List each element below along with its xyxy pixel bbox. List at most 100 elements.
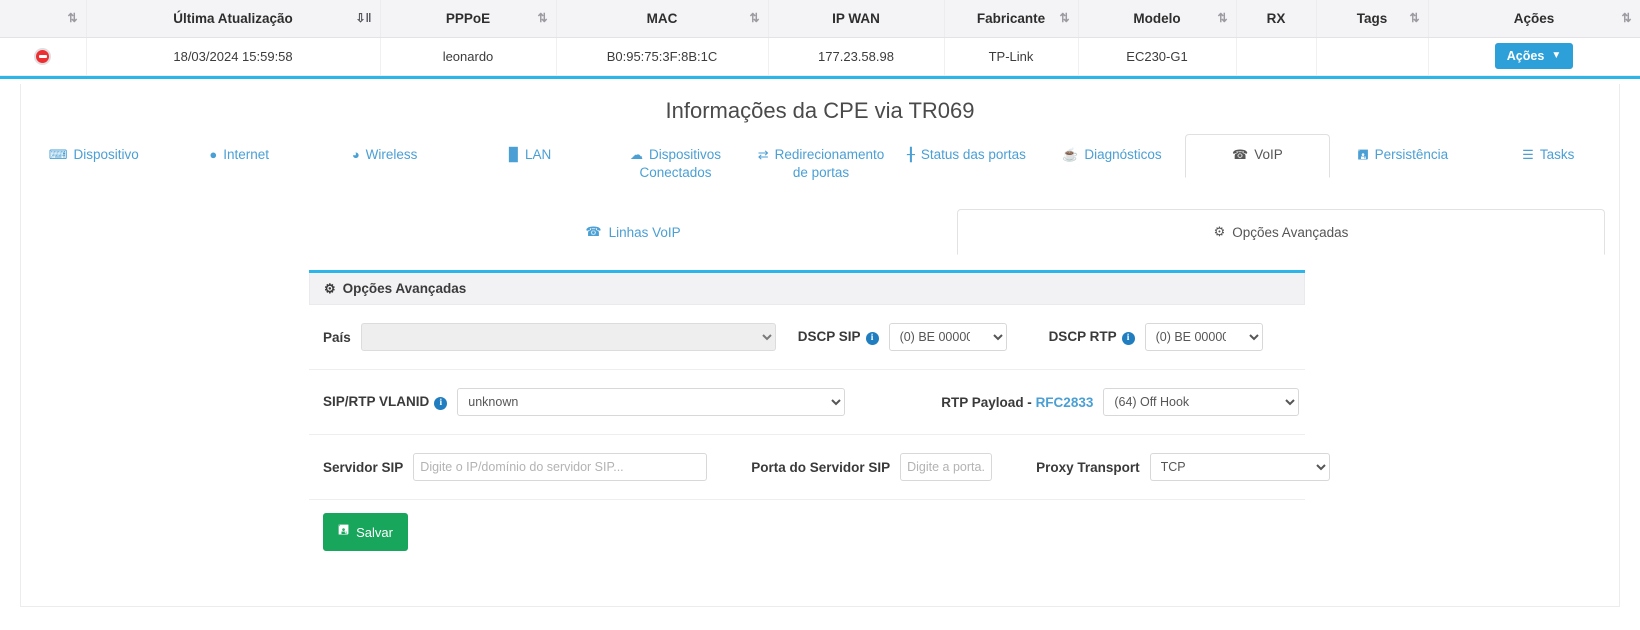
tab-lan[interactable]: ▉ LAN (457, 134, 602, 175)
tab-dispositivo[interactable]: ⌨ Dispositivo (21, 134, 166, 175)
panel-header-title: Opções Avançadas (342, 281, 467, 296)
cell-status (0, 37, 87, 76)
info-icon[interactable]: i (434, 397, 448, 410)
field-rtp-payload: RTP Payload - RFC2833 (64) Off Hook (941, 388, 1300, 416)
column-header-tags[interactable]: Tags ⇅ (1316, 0, 1429, 38)
cell-mac: B0:95:75:3F:8B:1C (556, 37, 769, 76)
field-servidor-sip-label: Servidor SIP (323, 459, 404, 475)
tab-dispositivo-label: Dispositivo (73, 147, 139, 162)
page-title: Informações da CPE via TR069 (665, 98, 975, 123)
column-header-ultima-atualizacao-label: Última Atualização (173, 10, 293, 26)
sitemap-icon: ╂ (907, 147, 915, 162)
sip-rtp-vlanid-select[interactable]: unknown (457, 388, 846, 416)
phone-icon: ☎ (1231, 147, 1249, 162)
device-table: ⇅ Última Atualização ⇩‖ PPPoE ⇅ MAC ⇅ IP… (0, 0, 1640, 76)
field-pais-label: País (323, 329, 351, 345)
tab-persistencia-label: Persistência (1374, 147, 1449, 162)
subtab-linhas-voip[interactable]: ☎ Linhas VoIP (309, 209, 957, 255)
cell-rx (1236, 37, 1317, 76)
sort-icon-status[interactable]: ⇅ (67, 12, 77, 24)
footer-divider (20, 606, 1620, 607)
column-header-status[interactable]: ⇅ (0, 0, 87, 38)
table-row[interactable]: 18/03/2024 15:59:58 leonardo B0:95:75:3F… (0, 37, 1640, 76)
column-header-modelo-label: Modelo (1133, 10, 1181, 26)
dscp-rtp-select[interactable]: (0) BE 000000 (1144, 323, 1263, 351)
tab-voip[interactable]: ☎ VoIP (1184, 134, 1331, 178)
proxy-transport-select[interactable]: TCP (1149, 453, 1330, 481)
tab-internet[interactable]: ● Internet (166, 134, 311, 175)
info-icon[interactable]: i (1121, 332, 1135, 345)
column-header-ultima-atualizacao[interactable]: Última Atualização ⇩‖ (86, 0, 381, 38)
devices-icon: ☁ (630, 147, 644, 162)
dscp-sip-select[interactable]: (0) BE 000000 (888, 323, 1007, 351)
cell-modelo: EC230-G1 (1078, 37, 1237, 76)
tab-dispositivos-conectados-label: Dispositivos Conectados (639, 147, 722, 180)
offline-status-icon[interactable] (34, 47, 52, 65)
panel-header: ⚙ Opções Avançadas (309, 273, 1305, 305)
router-icon: ⌨ (48, 147, 68, 162)
tab-lan-label: LAN (524, 147, 552, 162)
gear-icon: ⚙ (1213, 224, 1226, 239)
cell-tags (1316, 37, 1429, 76)
tab-internet-label: Internet (223, 147, 269, 162)
tab-status-das-portas[interactable]: ╂ Status das portas (894, 134, 1039, 175)
stethoscope-icon: ☕ (1062, 147, 1079, 162)
subtab-opcoes-avancadas-label: Opções Avançadas (1232, 224, 1349, 240)
tab-diagnosticos[interactable]: ☕ Diagnósticos (1039, 134, 1184, 175)
field-dscp-rtp-label-text: DSCP RTP (1048, 329, 1117, 344)
sort-icon-fabricante[interactable]: ⇅ (1059, 12, 1069, 24)
save-button[interactable]: 🖪 Salvar (323, 513, 408, 551)
column-header-mac[interactable]: MAC ⇅ (556, 0, 769, 38)
pais-select[interactable] (360, 323, 776, 351)
rtp-payload-select[interactable]: (64) Off Hook (1103, 388, 1300, 416)
field-dscp-sip-label-text: DSCP SIP (797, 329, 861, 344)
tab-redirecionamento-de-portas[interactable]: ⇄ Redirecionamento de portas (748, 134, 893, 192)
tab-persistencia[interactable]: 🖪 Persistência (1330, 134, 1475, 175)
save-button-label: Salvar (356, 524, 393, 540)
field-rtp-payload-label-text: RTP Payload - (941, 394, 1036, 410)
tab-tasks[interactable]: ☰ Tasks (1476, 134, 1621, 175)
sort-icon-ultima-atualizacao[interactable]: ⇩‖ (355, 12, 371, 24)
column-header-acoes[interactable]: Ações ⇅ (1428, 0, 1640, 38)
tab-voip-label: VoIP (1254, 147, 1283, 162)
info-icon[interactable]: i (865, 332, 879, 345)
sort-icon-pppoe[interactable]: ⇅ (537, 12, 547, 24)
page-root: ⇅ Última Atualização ⇩‖ PPPoE ⇅ MAC ⇅ IP… (0, 0, 1640, 630)
column-header-fabricante[interactable]: Fabricante ⇅ (944, 0, 1079, 38)
form-row-3: Servidor SIP Porta do Servidor SIP Proxy… (309, 435, 1330, 500)
device-table-header: ⇅ Última Atualização ⇩‖ PPPoE ⇅ MAC ⇅ IP… (0, 0, 1640, 38)
exchange-icon: ⇄ (757, 147, 769, 162)
tab-wireless[interactable]: ◕ Wireless (312, 134, 457, 175)
cell-ultima-atualizacao: 18/03/2024 15:59:58 (86, 37, 381, 76)
column-header-acoes-label: Ações (1513, 10, 1555, 26)
tasks-icon: ☰ (1522, 147, 1534, 162)
field-servidor-sip: Servidor SIP (323, 453, 708, 481)
field-dscp-sip-label: DSCP SIP i (798, 329, 879, 345)
sort-icon-tags[interactable]: ⇅ (1409, 12, 1419, 24)
sort-icon-modelo[interactable]: ⇅ (1217, 12, 1227, 24)
subtab-opcoes-avancadas[interactable]: ⚙ Opções Avançadas (957, 209, 1605, 255)
column-header-pppoe[interactable]: PPPoE ⇅ (380, 0, 557, 38)
field-dscp-sip: DSCP SIP i (0) BE 000000 (798, 323, 1007, 351)
acoes-button[interactable]: Ações ▼ (1494, 42, 1574, 70)
column-header-modelo[interactable]: Modelo ⇅ (1078, 0, 1237, 38)
column-header-ip-wan[interactable]: IP WAN (768, 0, 945, 38)
sort-icon-acoes[interactable]: ⇅ (1621, 12, 1631, 24)
column-header-pppoe-label: PPPoE (445, 10, 491, 26)
column-header-mac-label: MAC (646, 10, 678, 26)
tab-status-das-portas-label: Status das portas (920, 147, 1026, 162)
rfc2833-link[interactable]: RFC2833 (1036, 395, 1094, 410)
column-header-rx[interactable]: RX (1236, 0, 1317, 38)
tab-redirecionamento-de-portas-label: Redirecionamento de portas (774, 147, 885, 180)
porta-servidor-sip-input[interactable] (900, 453, 993, 481)
servidor-sip-input[interactable] (413, 453, 708, 481)
tab-dispositivos-conectados[interactable]: ☁ Dispositivos Conectados (603, 134, 748, 192)
tab-tasks-label: Tasks (1539, 147, 1575, 162)
acoes-button-label: Ações (1506, 48, 1545, 63)
column-header-rx-label: RX (1266, 10, 1286, 26)
sort-icon-mac[interactable]: ⇅ (749, 12, 759, 24)
field-porta-servidor-sip-label: Porta do Servidor SIP (751, 459, 891, 475)
floppy-disk-icon: 🖪 (338, 522, 350, 537)
chevron-down-icon: ▼ (1551, 50, 1562, 62)
device-table-header-row: ⇅ Última Atualização ⇩‖ PPPoE ⇅ MAC ⇅ IP… (0, 0, 1640, 38)
